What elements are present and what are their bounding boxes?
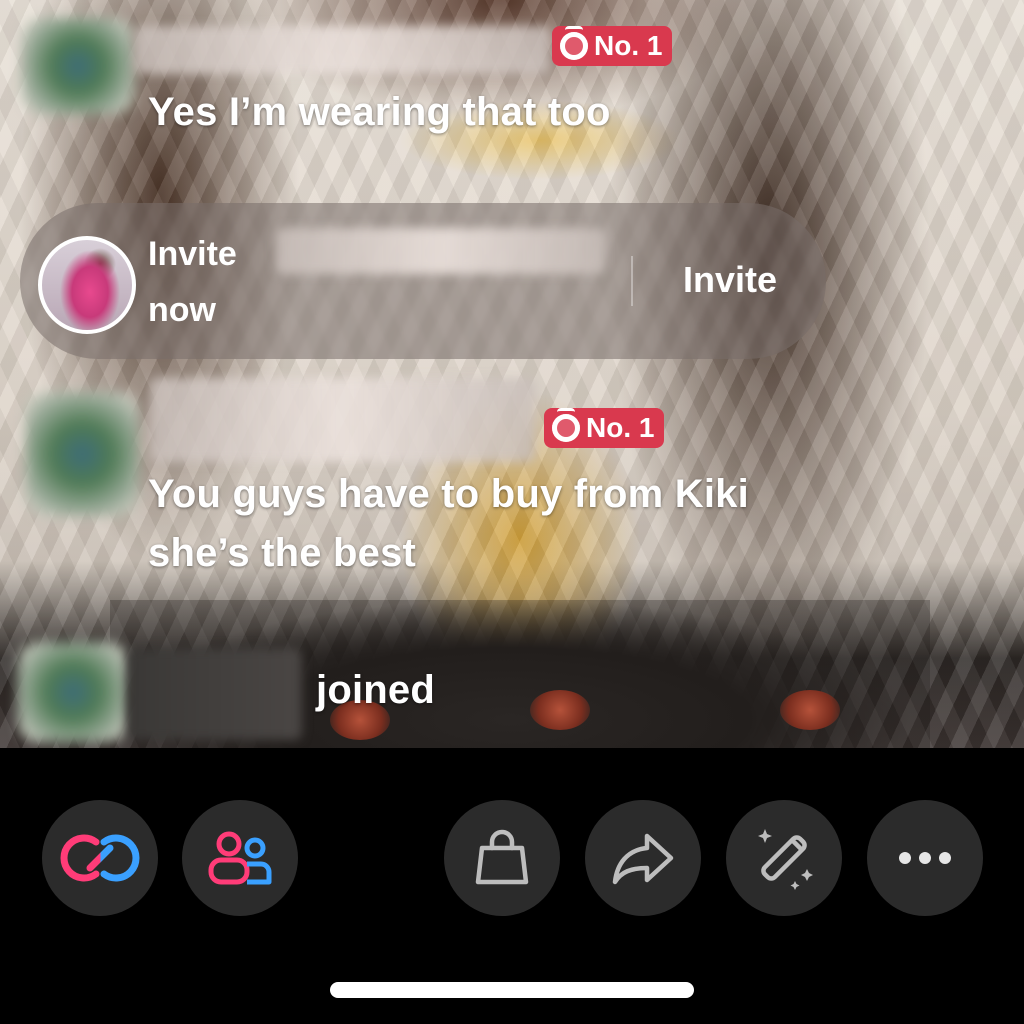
comment-text: Yes I’m wearing that too xyxy=(148,90,611,134)
share-button[interactable] xyxy=(585,800,701,916)
rank-badge: No. 1 xyxy=(552,26,673,66)
invitee-name-redacted xyxy=(275,228,605,274)
more-icon xyxy=(899,852,951,864)
user-avatar-redacted[interactable] xyxy=(26,392,138,516)
comment-text-line2: she’s the best xyxy=(148,531,417,575)
rank-badge: No. 1 xyxy=(544,408,665,448)
username-redacted[interactable] xyxy=(135,26,550,74)
effects-button[interactable] xyxy=(726,800,842,916)
rank-badge-label: No. 1 xyxy=(594,30,663,61)
more-button[interactable] xyxy=(867,800,983,916)
video-pattern-detail xyxy=(530,690,590,730)
invite-prompt-line2: now xyxy=(148,291,216,329)
link-button[interactable] xyxy=(42,800,158,916)
username-redacted[interactable] xyxy=(150,378,535,462)
shopping-bag-icon xyxy=(475,829,529,885)
shop-button[interactable] xyxy=(444,800,560,916)
user-avatar-redacted[interactable] xyxy=(22,18,134,114)
username-redacted[interactable] xyxy=(128,648,302,740)
join-event-text: joined xyxy=(316,668,435,712)
comment-text-line1: You guys have to buy from Kiki xyxy=(148,472,749,516)
video-pattern-detail xyxy=(780,690,840,730)
invitee-avatar[interactable] xyxy=(38,236,136,334)
invite-prompt-line1: Invite xyxy=(148,235,237,273)
invite-button[interactable]: Invite xyxy=(650,250,810,310)
share-arrow-icon xyxy=(612,833,674,885)
link-icon xyxy=(60,834,140,882)
medal-icon xyxy=(560,26,588,60)
people-icon xyxy=(208,831,272,885)
invite-prompt: Invite now xyxy=(148,226,288,338)
rank-badge-label: No. 1 xyxy=(586,412,655,443)
medal-icon xyxy=(552,408,580,442)
invite-divider xyxy=(631,256,633,306)
user-avatar-redacted[interactable] xyxy=(18,642,128,742)
magic-wand-icon xyxy=(758,829,813,890)
guests-button[interactable] xyxy=(182,800,298,916)
home-indicator[interactable] xyxy=(330,982,694,998)
